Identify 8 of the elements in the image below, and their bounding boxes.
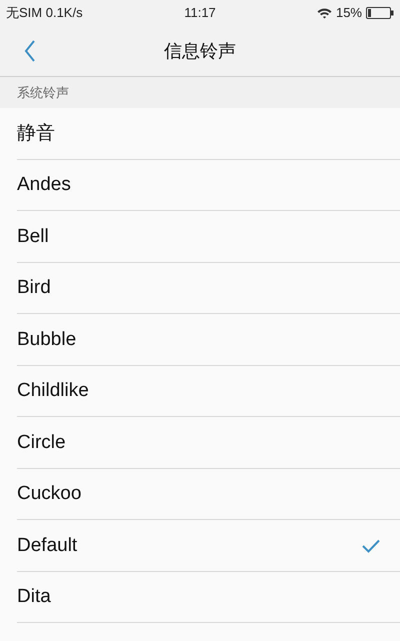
- carrier-text: 无SIM 0.1K/s: [6, 4, 83, 22]
- page-title: 信息铃声: [164, 40, 236, 62]
- clock-text: 11:17: [184, 4, 216, 22]
- wifi-icon: [316, 8, 332, 18]
- section-header: 系统铃声: [17, 84, 69, 102]
- battery-icon: [366, 7, 394, 19]
- battery-percent-text: 15%: [336, 4, 362, 22]
- back-icon: [24, 40, 36, 62]
